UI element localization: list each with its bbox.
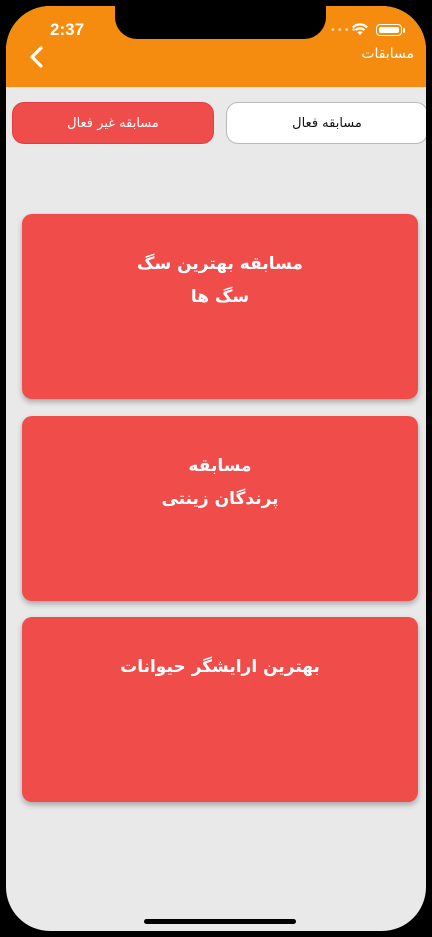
competition-title: مسابقه بهترین سگ سگ ها (42, 248, 398, 314)
competition-title: مسابقه پرندگان زینتی (42, 450, 398, 516)
competition-title-line: پرندگان زینتی (161, 489, 279, 509)
tab-inactive-competitions-label: مسابقه غیر فعال (67, 115, 159, 131)
page-title: مسابقات (361, 46, 414, 62)
wifi-icon (352, 23, 368, 35)
device-frame: 2:37 •••• مسابقات مسابقه غیر فعال مسابقه… (0, 0, 432, 937)
chevron-left-icon (30, 46, 43, 68)
tab-active-competitions-label: مسابقه فعال (292, 115, 362, 131)
competition-title-line: سگ ها (190, 287, 250, 307)
tab-inactive-competitions[interactable]: مسابقه غیر فعال (12, 102, 214, 144)
competition-title-line: بهترین ارایشگر حیوانات (120, 657, 320, 677)
competition-title: بهترین ارایشگر حیوانات (42, 651, 398, 684)
battery-icon (376, 24, 405, 36)
competition-card[interactable]: مسابقه پرندگان زینتی (22, 416, 418, 601)
app-screen: 2:37 •••• مسابقات مسابقه غیر فعال مسابقه… (6, 6, 426, 931)
home-indicator (144, 919, 296, 924)
app-header: 2:37 •••• مسابقات (6, 6, 426, 87)
competition-card[interactable]: مسابقه بهترین سگ سگ ها (22, 214, 418, 399)
competition-card[interactable]: بهترین ارایشگر حیوانات (22, 617, 418, 802)
competition-title-line: مسابقه بهترین سگ (137, 254, 303, 274)
competition-title-line: مسابقه (188, 456, 252, 476)
tab-active-competitions[interactable]: مسابقه فعال (226, 102, 426, 144)
back-button[interactable] (26, 45, 48, 69)
status-time: 2:37 (50, 20, 85, 39)
device-notch (115, 6, 326, 39)
